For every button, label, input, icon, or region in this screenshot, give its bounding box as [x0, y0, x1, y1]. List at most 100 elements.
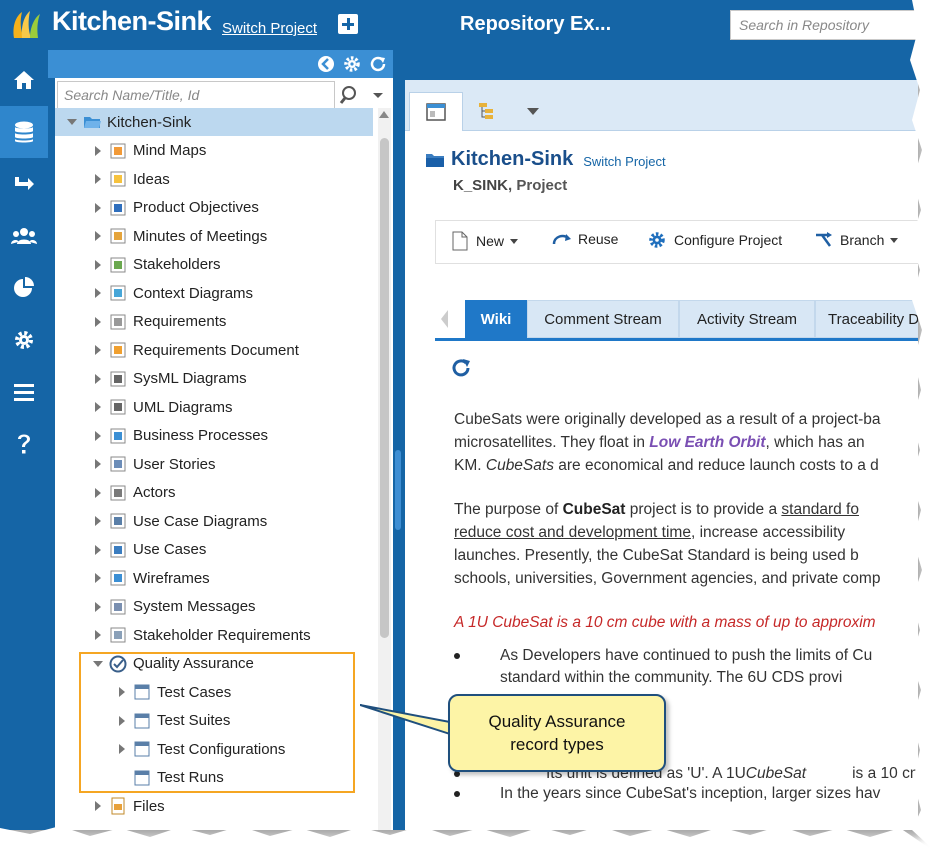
expand-arrow-icon[interactable]: [91, 450, 105, 478]
tree-item[interactable]: User Stories: [91, 450, 216, 478]
settings-icon[interactable]: [343, 55, 361, 73]
tree-item[interactable]: Ideas: [91, 165, 170, 193]
tree-item-qa-child[interactable]: Test Cases: [115, 678, 231, 706]
record-type-icon: [110, 599, 126, 614]
tree-item[interactable]: Stakeholders: [91, 251, 221, 279]
collapse-arrow-icon[interactable]: [65, 108, 79, 136]
tab-wiki[interactable]: Wiki: [465, 300, 527, 338]
reuse-button[interactable]: Reuse: [552, 231, 618, 247]
chevron-down-icon[interactable]: [367, 81, 389, 109]
expand-arrow-icon[interactable]: [115, 707, 129, 735]
scroll-thumb[interactable]: [380, 138, 389, 638]
expand-arrow-icon[interactable]: [91, 536, 105, 564]
check-circle-icon: [109, 655, 127, 672]
expand-arrow-icon[interactable]: [91, 222, 105, 250]
expand-arrow-icon[interactable]: [115, 735, 129, 763]
collapse-left-icon[interactable]: [317, 55, 335, 73]
expand-arrow-icon[interactable]: [115, 678, 129, 706]
collapse-arrow-icon[interactable]: [91, 650, 105, 678]
help-icon[interactable]: [0, 418, 48, 470]
expand-arrow-icon[interactable]: [91, 251, 105, 279]
expand-arrow-icon[interactable]: [91, 137, 105, 165]
tree-item[interactable]: Mind Maps: [91, 137, 206, 165]
tree-item-qa-child[interactable]: Test Runs: [115, 764, 224, 792]
tree-root[interactable]: Kitchen-Sink: [55, 108, 373, 136]
gear-icon: [649, 232, 665, 248]
pie-chart-icon[interactable]: [0, 262, 48, 314]
low-earth-orbit-link[interactable]: Low Earth Orbit: [649, 434, 765, 451]
menu-icon[interactable]: [0, 366, 48, 418]
tab-details[interactable]: [409, 92, 463, 131]
arrow-right-icon[interactable]: [0, 158, 48, 210]
users-icon[interactable]: [0, 210, 48, 262]
tab-tree-view[interactable]: [461, 92, 513, 130]
branch-button[interactable]: Branch: [814, 231, 899, 249]
repository-search-input[interactable]: Search in Repository: [730, 10, 918, 40]
tab-activity-stream[interactable]: Activity Stream: [679, 300, 815, 338]
wiki-paragraph-1: CubeSats were originally developed as a …: [454, 411, 881, 474]
tree-item[interactable]: Requirements Document: [91, 336, 299, 364]
new-button[interactable]: New: [452, 231, 519, 251]
expand-arrow-icon[interactable]: [91, 507, 105, 535]
expand-arrow-icon[interactable]: [91, 479, 105, 507]
search-icon[interactable]: [337, 81, 365, 109]
tree-item[interactable]: Business Processes: [91, 422, 268, 450]
tree-item-qa-child[interactable]: Test Suites: [115, 707, 230, 735]
tree-item[interactable]: Context Diagrams: [91, 279, 253, 307]
expand-arrow-icon[interactable]: [91, 564, 105, 592]
record-type-icon: [110, 200, 126, 215]
record-type-icon: [110, 371, 126, 386]
expand-arrow-icon[interactable]: [91, 279, 105, 307]
add-button[interactable]: [338, 14, 358, 34]
tree-search-input[interactable]: Search Name/Title, Id: [57, 81, 335, 109]
expand-arrow-icon[interactable]: [91, 165, 105, 193]
tab-traceability[interactable]: Traceability D: [815, 300, 918, 338]
expand-arrow-icon[interactable]: [91, 422, 105, 450]
expand-arrow-icon[interactable]: [91, 308, 105, 336]
tree-item[interactable]: Requirements: [91, 308, 226, 336]
home-icon[interactable]: [0, 54, 48, 106]
tree-item-qa-child[interactable]: Test Configurations: [115, 735, 285, 763]
folder-icon: [426, 153, 444, 167]
record-type-icon: [110, 485, 126, 500]
project-subtitle: K_SINK, Project: [453, 177, 567, 194]
scroll-up-arrow-icon[interactable]: [379, 111, 389, 118]
switch-project-button[interactable]: Switch Project: [583, 154, 665, 169]
tree-item[interactable]: UML Diagrams: [91, 393, 232, 421]
refresh-icon[interactable]: [369, 55, 387, 73]
refresh-icon[interactable]: [451, 358, 471, 378]
tree-item[interactable]: Minutes of Meetings: [91, 222, 267, 250]
expand-arrow-icon[interactable]: [91, 593, 105, 621]
tree-item[interactable]: Stakeholder Requirements: [91, 621, 311, 649]
tab-comment-stream[interactable]: Comment Stream: [527, 300, 679, 338]
gear-icon[interactable]: [0, 314, 48, 366]
tree-item[interactable]: Product Objectives: [91, 194, 259, 222]
tree-item[interactable]: SysML Diagrams: [91, 365, 247, 393]
expand-arrow-icon: [115, 764, 129, 792]
configure-project-button[interactable]: Configure Project: [648, 231, 782, 249]
chevron-down-icon: [527, 108, 539, 115]
expand-arrow-icon[interactable]: [91, 365, 105, 393]
tree-item-quality-assurance[interactable]: Quality Assurance: [91, 650, 254, 678]
tree-item[interactable]: System Messages: [91, 593, 256, 621]
splitter-handle[interactable]: [395, 450, 401, 530]
tree-item[interactable]: Use Case Diagrams: [91, 507, 267, 535]
switch-project-link[interactable]: Switch Project: [222, 20, 317, 37]
test-record-icon: [134, 741, 150, 757]
expand-arrow-icon[interactable]: [91, 194, 105, 222]
project-key: K_SINK: [453, 177, 509, 194]
tree-item[interactable]: Use Cases: [91, 536, 206, 564]
wiki-paragraph-2: The purpose of CubeSat project is to pro…: [454, 501, 881, 587]
chevron-down-icon: [510, 238, 519, 244]
tab-more[interactable]: [509, 92, 557, 130]
tree-item-files[interactable]: Files: [91, 792, 165, 820]
database-icon[interactable]: [0, 106, 48, 158]
tabs-scroll-left-icon[interactable]: [441, 310, 448, 328]
expand-arrow-icon[interactable]: [91, 792, 105, 820]
expand-arrow-icon[interactable]: [91, 621, 105, 649]
expand-arrow-icon[interactable]: [91, 393, 105, 421]
tree-item[interactable]: Wireframes: [91, 564, 210, 592]
expand-arrow-icon[interactable]: [91, 336, 105, 364]
tree-item[interactable]: Actors: [91, 479, 176, 507]
record-type-icon: [110, 143, 126, 158]
